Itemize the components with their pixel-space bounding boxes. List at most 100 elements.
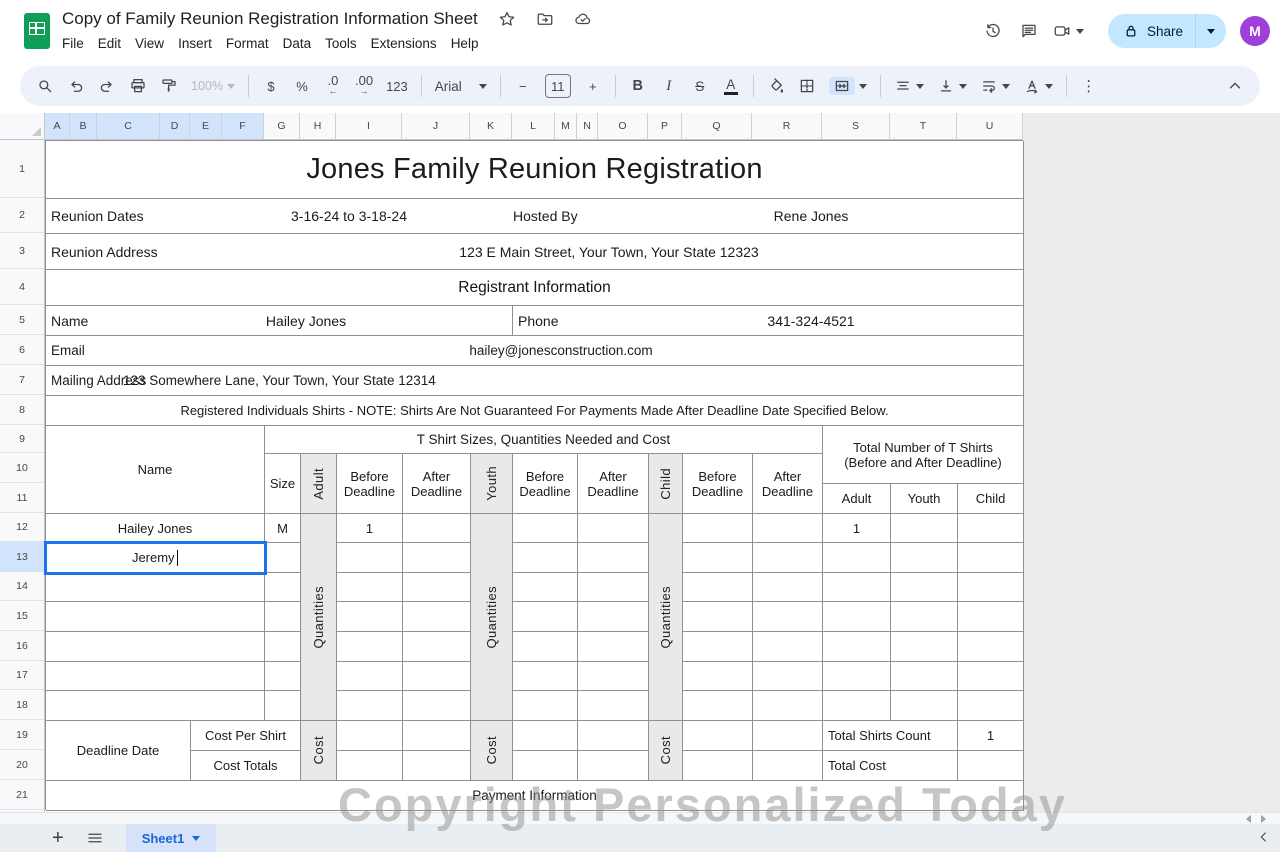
cell[interactable]	[958, 514, 1024, 543]
select-all-corner[interactable]	[0, 113, 45, 140]
cell-editing-name[interactable]: Jeremy	[46, 543, 265, 573]
column-header-b[interactable]: B	[70, 113, 97, 140]
row-header-3[interactable]: 3	[0, 233, 44, 269]
format-currency-button[interactable]: $	[262, 72, 280, 100]
cell[interactable]	[683, 602, 753, 632]
cell[interactable]	[891, 632, 958, 662]
cell-youth-cost-strip[interactable]: Cost	[471, 721, 513, 781]
paint-format-button[interactable]	[160, 72, 178, 100]
cell[interactable]	[753, 662, 823, 691]
increase-decimal-button[interactable]: .00→	[355, 72, 373, 100]
column-header-f[interactable]: F	[222, 113, 264, 140]
row-header-21[interactable]: 21	[0, 780, 44, 810]
cell[interactable]	[513, 514, 578, 543]
cell[interactable]	[578, 632, 649, 662]
cell-size-header[interactable]: Size	[265, 454, 301, 514]
column-header-k[interactable]: K	[470, 113, 512, 140]
column-header-j[interactable]: J	[402, 113, 470, 140]
cell[interactable]	[753, 632, 823, 662]
column-header-q[interactable]: Q	[682, 113, 752, 140]
scroll-left-icon[interactable]	[1246, 815, 1251, 823]
cell[interactable]	[46, 632, 265, 662]
cell[interactable]	[265, 691, 301, 721]
cell[interactable]	[891, 691, 958, 721]
column-header-o[interactable]: O	[598, 113, 648, 140]
column-header-a[interactable]: A	[45, 113, 70, 140]
cell-cost-per-shirt-label[interactable]: Cost Per Shirt	[191, 721, 301, 751]
cell[interactable]	[578, 514, 649, 543]
menu-data[interactable]: Data	[276, 34, 319, 53]
cell-child-before-header[interactable]: Before Deadline	[683, 454, 753, 514]
cell[interactable]	[891, 602, 958, 632]
cell-total-child-header[interactable]: Child	[958, 484, 1024, 514]
font-select[interactable]: Arial	[435, 72, 487, 100]
cell[interactable]	[265, 602, 301, 632]
text-rotation-button[interactable]	[1023, 72, 1053, 100]
cell-adult-before-header[interactable]: Before Deadline	[337, 454, 403, 514]
cell[interactable]	[823, 602, 891, 632]
row-header-9[interactable]: 9	[0, 425, 44, 453]
cell[interactable]	[46, 691, 265, 721]
cell[interactable]	[403, 721, 471, 751]
font-size-input[interactable]: 11	[545, 74, 571, 98]
cell[interactable]	[891, 543, 958, 573]
merge-cells-button[interactable]	[829, 72, 867, 100]
cell[interactable]	[753, 751, 823, 781]
row-header-8[interactable]: 8	[0, 395, 44, 425]
move-folder-icon[interactable]	[536, 10, 554, 28]
menu-help[interactable]: Help	[444, 34, 486, 53]
increase-font-size-button[interactable]: +	[584, 72, 602, 100]
format-percent-button[interactable]: %	[293, 72, 311, 100]
cell[interactable]	[337, 721, 403, 751]
cell-registrant-adult-before[interactable]: 1	[337, 514, 403, 543]
cell[interactable]	[46, 662, 265, 691]
share-dropdown[interactable]	[1196, 14, 1226, 48]
cell[interactable]	[578, 751, 649, 781]
column-header-u[interactable]: U	[957, 113, 1023, 140]
cell-total-cost-label[interactable]: Total Cost	[823, 751, 958, 781]
more-formats-button[interactable]: 123	[386, 72, 408, 100]
cell[interactable]	[578, 662, 649, 691]
cell-total-shirts-count-value[interactable]: 1	[958, 721, 1024, 751]
cell[interactable]	[265, 573, 301, 602]
cell[interactable]	[513, 721, 578, 751]
star-icon[interactable]	[498, 10, 516, 28]
cell-youth-strip-header[interactable]: Youth	[471, 454, 513, 514]
cell[interactable]	[683, 514, 753, 543]
strikethrough-button[interactable]: S	[691, 72, 709, 100]
cell-registrant-total-adult[interactable]: 1	[823, 514, 891, 543]
cell[interactable]	[683, 632, 753, 662]
menu-edit[interactable]: Edit	[91, 34, 128, 53]
meet-camera-button[interactable]	[1047, 13, 1090, 49]
column-header-r[interactable]: R	[752, 113, 822, 140]
cell[interactable]	[337, 602, 403, 632]
cell[interactable]	[891, 573, 958, 602]
cell[interactable]	[753, 721, 823, 751]
cell[interactable]	[337, 662, 403, 691]
column-header-d[interactable]: D	[160, 113, 190, 140]
column-header-i[interactable]: I	[336, 113, 402, 140]
sheet-tab-menu-caret[interactable]	[192, 836, 200, 841]
row-header-13[interactable]: 13	[0, 542, 44, 572]
cell[interactable]	[823, 632, 891, 662]
menu-view[interactable]: View	[128, 34, 171, 53]
cell[interactable]	[683, 543, 753, 573]
column-header-m[interactable]: M	[555, 113, 577, 140]
merge-dropdown-caret[interactable]	[859, 84, 867, 89]
cell-payment-header[interactable]: Payment Information	[46, 781, 1024, 811]
column-header-h[interactable]: H	[300, 113, 336, 140]
column-header-g[interactable]: G	[264, 113, 300, 140]
comments-icon[interactable]	[1011, 13, 1047, 49]
cell[interactable]	[958, 632, 1024, 662]
cell[interactable]	[753, 543, 823, 573]
cell[interactable]	[513, 573, 578, 602]
cell-totals-header[interactable]: Total Number of T Shirts (Before and Aft…	[823, 426, 1024, 484]
vertical-align-button[interactable]	[937, 72, 967, 100]
text-color-button[interactable]: A	[722, 72, 740, 100]
cell[interactable]	[46, 602, 265, 632]
account-avatar[interactable]: M	[1240, 16, 1270, 46]
cell-name-column-header[interactable]: Name	[46, 426, 265, 514]
horizontal-align-button[interactable]	[894, 72, 924, 100]
row-header-14[interactable]: 14	[0, 572, 44, 601]
row-reunion-dates[interactable]: Reunion Dates 3-16-24 to 3-18-24 Hosted …	[46, 199, 1024, 234]
